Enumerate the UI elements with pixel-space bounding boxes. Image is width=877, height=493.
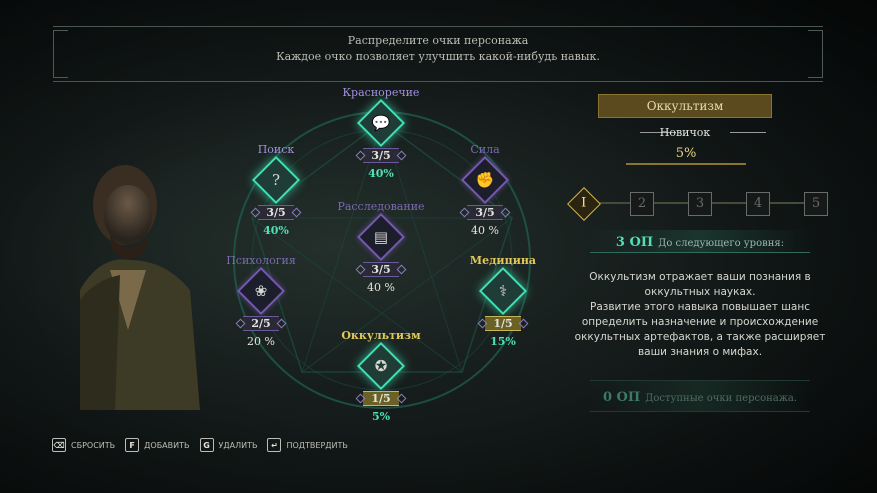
skill-name: Расследование <box>337 200 425 213</box>
remove-button[interactable]: G УДАЛИТЬ <box>199 438 258 452</box>
fist-icon: ✊ <box>460 155 510 205</box>
occult-symbol-icon: ✪ <box>356 341 406 391</box>
skill-name: Красноречие <box>342 86 420 99</box>
add-button[interactable]: F ДОБАВИТЬ <box>125 438 190 452</box>
skill-description: Оккультизм отражает ваши познания в окку… <box>570 270 830 360</box>
skill-psychology[interactable]: Психология ❀ 2/5 20 % <box>216 254 306 348</box>
skill-level: 1/5 <box>485 316 521 331</box>
question-mark-icon: ? <box>251 155 301 205</box>
skill-search[interactable]: Поиск ? 3/5 40% <box>231 143 321 237</box>
caduceus-icon: ⚕ <box>478 266 528 316</box>
available-points: 0 ОП Доступные очки персонажа. <box>590 380 810 412</box>
skill-level: 3/5 <box>258 205 294 220</box>
skill-eloquence[interactable]: Красноречие 💬 3/5 40% <box>336 86 426 180</box>
reset-button[interactable]: ⌫ СБРОСИТЬ <box>52 438 115 452</box>
backspace-key-icon: ⌫ <box>52 438 66 452</box>
rank-divider-right <box>730 132 766 133</box>
xp-value: 3 ОП <box>615 235 654 250</box>
skill-percent: 40 % <box>367 281 395 294</box>
skill-percent: 15% <box>490 335 516 348</box>
g-key-icon: G <box>199 438 214 452</box>
description-line-1: Оккультизм отражает ваши познания в окку… <box>589 271 811 298</box>
skill-percent: 20 % <box>247 335 275 348</box>
xp-label: До следующего уровня: <box>658 238 785 249</box>
level-1-marker: I <box>567 187 601 221</box>
skill-percent: 40 % <box>471 224 499 237</box>
skill-level: 3/5 <box>363 148 399 163</box>
document-icon: ▤ <box>356 212 406 262</box>
skill-medicine[interactable]: Медицина ⚕ 1/5 15% <box>458 254 548 348</box>
banner-title: Распределите очки персонажа <box>347 34 529 47</box>
skill-percent: 40% <box>368 167 394 180</box>
detail-skill-title: Оккультизм <box>598 94 772 118</box>
reset-label: СБРОСИТЬ <box>71 440 116 450</box>
skill-strength[interactable]: Сила ✊ 3/5 40 % <box>440 143 530 237</box>
banner-subtitle: Каждое очко позволяет улучшить какой-ниб… <box>276 50 600 63</box>
skill-detail-panel: Оккультизм Новичок 5% I 2 3 4 5 3 ОП До … <box>567 90 830 412</box>
brain-icon: ❀ <box>236 266 286 316</box>
skill-level: 3/5 <box>467 205 503 220</box>
level-4-marker: 4 <box>746 192 770 216</box>
skill-level: 2/5 <box>243 316 279 331</box>
skill-percent: 5% <box>371 410 391 423</box>
skill-occultism[interactable]: Оккультизм ✪ 1/5 5% <box>336 329 426 423</box>
skill-name: Медицина <box>469 254 537 267</box>
points-value: 0 ОП <box>602 390 641 405</box>
detail-percent: 5% <box>626 146 746 165</box>
skill-name: Поиск <box>257 143 295 156</box>
confirm-button[interactable]: ↵ ПОДТВЕРДИТЬ <box>267 438 348 452</box>
instruction-banner: Распределите очки персонажа Каждое очко … <box>53 26 823 82</box>
character-portrait <box>80 165 200 410</box>
skill-investigation[interactable]: Расследование ▤ 3/5 40 % <box>336 200 426 294</box>
level-track: I 2 3 4 5 <box>567 187 830 221</box>
add-label: ДОБАВИТЬ <box>144 440 190 450</box>
skill-name: Психология <box>226 254 296 267</box>
skill-level: 1/5 <box>363 391 399 406</box>
level-5-marker: 5 <box>804 192 828 216</box>
enter-key-icon: ↵ <box>267 438 282 452</box>
f-key-icon: F <box>125 438 140 452</box>
confirm-label: ПОДТВЕРДИТЬ <box>286 440 348 450</box>
remove-label: УДАЛИТЬ <box>218 440 258 450</box>
speech-bubbles-icon: 💬 <box>356 98 406 148</box>
points-label: Доступные очки персонажа. <box>645 393 798 404</box>
description-line-2: Развитие этого навыка повышает шанс опре… <box>574 301 826 358</box>
skill-level: 3/5 <box>363 262 399 277</box>
xp-to-next-level: 3 ОП До следующего уровня: <box>590 230 810 253</box>
skill-name: Оккультизм <box>341 329 421 342</box>
level-2-marker: 2 <box>630 192 654 216</box>
level-3-marker: 3 <box>688 192 712 216</box>
skill-percent: 40% <box>263 224 289 237</box>
controls-bar: ⌫ СБРОСИТЬ F ДОБАВИТЬ G УДАЛИТЬ ↵ ПОДТВЕ… <box>52 437 348 453</box>
skill-name: Сила <box>470 143 500 156</box>
